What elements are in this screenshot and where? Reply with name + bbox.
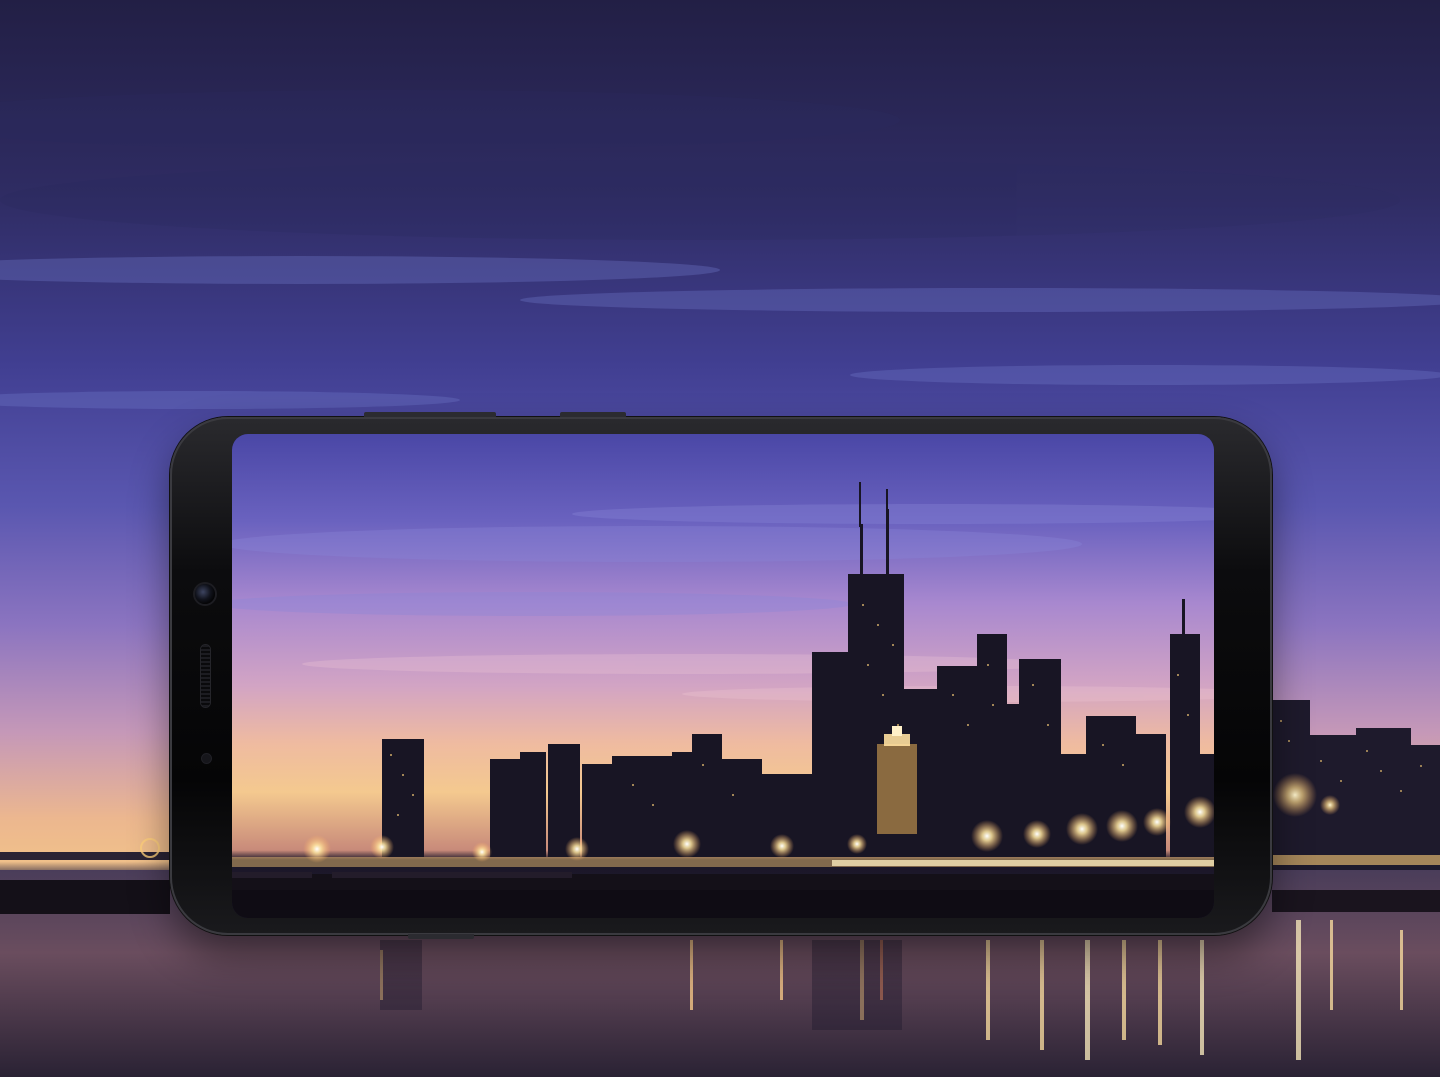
front-camera-icon xyxy=(195,584,215,604)
volume-button xyxy=(364,412,496,417)
power-button xyxy=(408,934,474,939)
screen-cityscape xyxy=(232,434,1214,918)
earpiece-speaker xyxy=(201,645,210,707)
hero-scene xyxy=(0,0,1440,1077)
phone-screen xyxy=(232,434,1214,918)
bixby-button xyxy=(560,412,626,417)
smartphone xyxy=(170,412,1272,939)
proximity-sensor xyxy=(202,754,211,763)
